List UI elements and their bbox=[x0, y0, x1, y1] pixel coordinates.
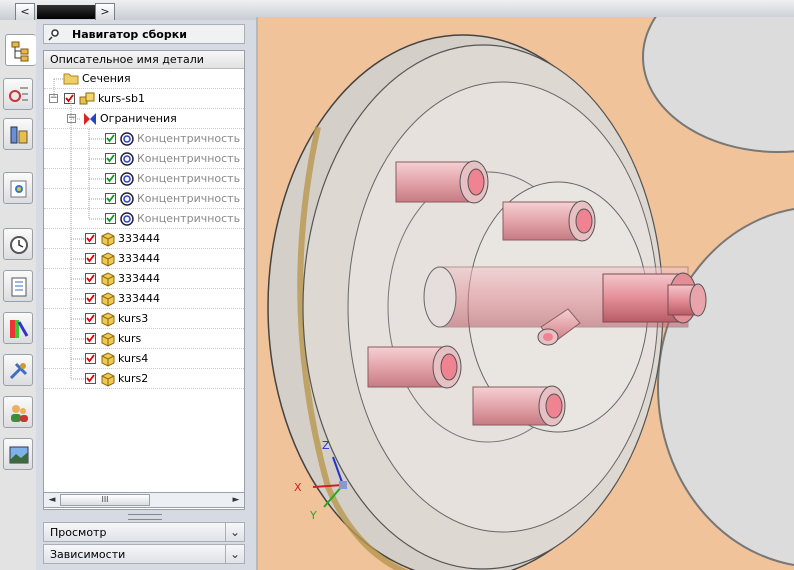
pin-icon[interactable] bbox=[48, 27, 64, 44]
scroll-left-arrow[interactable]: ◄ bbox=[45, 493, 59, 507]
navigator-title: Навигатор сборки bbox=[72, 28, 187, 41]
tree-lines bbox=[53, 78, 104, 380]
pin-bottom-left bbox=[367, 345, 462, 389]
properties-icon[interactable] bbox=[3, 270, 33, 302]
part-icon[interactable] bbox=[3, 172, 33, 204]
view-section[interactable]: Просмотр ⌄ bbox=[43, 522, 245, 542]
left-tool-bar bbox=[0, 20, 37, 570]
model-view: Z X Y bbox=[267, 17, 794, 570]
column-header[interactable]: Описательное имя детали bbox=[44, 51, 244, 69]
background-disc-top bbox=[642, 17, 794, 153]
clock-icon[interactable] bbox=[3, 228, 33, 260]
sketch-icon[interactable] bbox=[3, 78, 33, 110]
scroll-left-button[interactable]: < bbox=[15, 3, 35, 21]
axis-x-label: X bbox=[294, 481, 302, 494]
chevron-down-icon[interactable]: ⌄ bbox=[225, 523, 244, 541]
tree-icon[interactable] bbox=[5, 34, 36, 66]
pin-bottom-right bbox=[472, 385, 566, 427]
image-icon[interactable] bbox=[3, 438, 33, 470]
assembly-navigator-panel: Навигатор сборки Описательное имя детали… bbox=[36, 20, 256, 570]
toolbar-scroll-thumb[interactable] bbox=[37, 5, 95, 19]
dependencies-section[interactable]: Зависимости ⌄ bbox=[43, 544, 245, 564]
navigator-tree[interactable]: Описательное имя детали Сечения − kurs-s… bbox=[43, 50, 245, 510]
pin-top-left bbox=[395, 160, 489, 204]
tools-icon[interactable] bbox=[3, 354, 33, 386]
axis-z-label: Z bbox=[322, 439, 330, 452]
analysis-icon[interactable] bbox=[3, 312, 33, 344]
assembly-icon[interactable] bbox=[3, 118, 33, 150]
background-disc-right bbox=[657, 208, 794, 566]
navigator-header: Навигатор сборки bbox=[43, 24, 245, 44]
graphics-viewport[interactable]: Z X Y bbox=[256, 17, 794, 570]
scroll-right-button[interactable]: > bbox=[95, 3, 115, 21]
panel-splitter[interactable] bbox=[128, 514, 162, 520]
tree-horizontal-scrollbar[interactable]: ◄ III ► bbox=[43, 492, 245, 508]
chevron-down-icon[interactable]: ⌄ bbox=[225, 545, 244, 563]
scroll-thumb[interactable]: III bbox=[60, 494, 150, 506]
pin-top-right bbox=[502, 200, 596, 242]
axis-y-label: Y bbox=[309, 509, 317, 522]
users-icon[interactable] bbox=[3, 396, 33, 428]
scroll-right-arrow[interactable]: ► bbox=[229, 493, 243, 507]
